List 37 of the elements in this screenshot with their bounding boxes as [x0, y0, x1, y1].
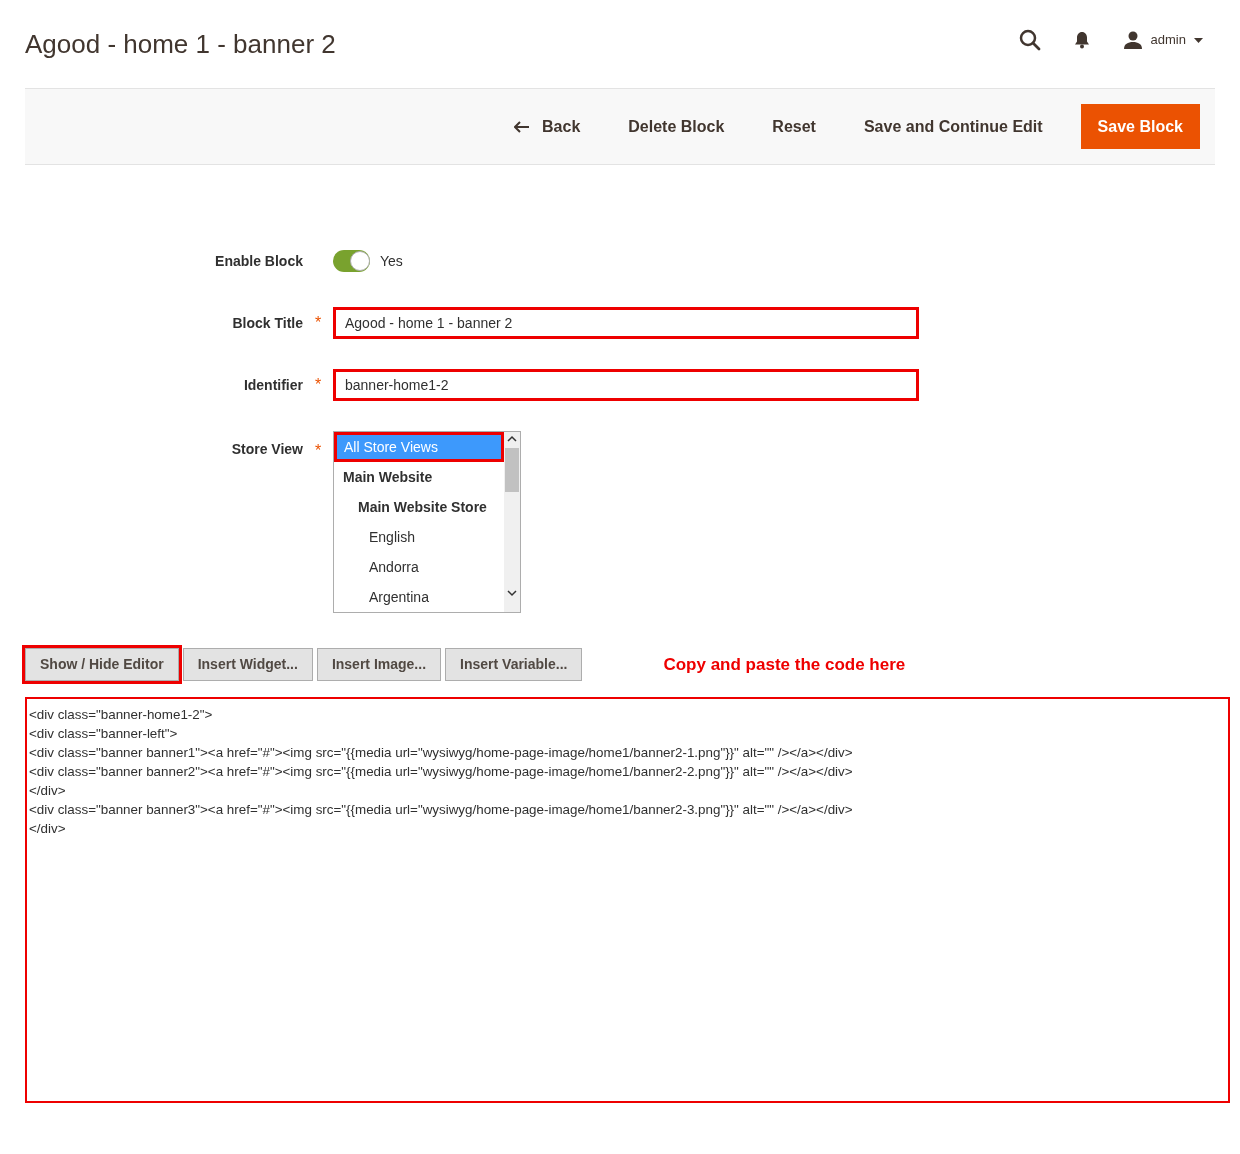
editor-button[interactable]: Insert Variable...	[445, 648, 583, 681]
arrow-left-icon	[514, 120, 531, 133]
field-label: Enable Block	[214, 251, 303, 271]
editor-button[interactable]: Insert Widget...	[182, 648, 313, 681]
field-label: Block Title	[231, 313, 303, 333]
save-button[interactable]: Save Block	[1080, 104, 1200, 149]
store-view-option[interactable]: Andorra	[334, 552, 504, 582]
search-icon[interactable]	[1018, 29, 1041, 51]
user-icon	[1122, 31, 1143, 49]
required-asterisk: *	[313, 441, 323, 461]
store-view-option[interactable]: Main Website	[334, 462, 504, 492]
required-asterisk: *	[313, 375, 323, 395]
caret-icon	[1194, 37, 1203, 43]
editor-button[interactable]: Show / Hide Editor	[25, 648, 179, 681]
page-title: Agood - home 1 - banner 2	[25, 27, 337, 61]
back-button[interactable]: Back	[498, 104, 597, 149]
action-button[interactable]: Delete Block	[612, 104, 741, 149]
store-view-listbox[interactable]: All Store Views Main Website Main Website Store English Andorra Argentina	[333, 431, 521, 613]
content-textarea[interactable]: <div class="banner-home1-2"> <div class="banner-left"> <div class="banner banner1"><a href="#"><img src="{{media url="wysiwyg/home-page-image/home1/banner2-1.png"}}" alt="" /></a></div> <div class="banner banner2"><a href="#"><img src="{{media url="wysiwyg/home-page-image/home1/banner2-2.png"}}" alt="" /></a></div> </div> <div class="banner banner3"><a href="#"><img src="{{media url="wysiwyg/home-page-image/home1/banner2-3.png"}}" alt="" /></a></div> </div>	[25, 697, 1230, 1103]
toggle-value: Yes	[380, 251, 403, 271]
store-view-option[interactable]: Argentina	[334, 582, 504, 612]
field-label: Identifier	[242, 375, 303, 395]
user-menu[interactable]: admin	[1122, 30, 1203, 50]
bell-icon[interactable]	[1072, 31, 1091, 49]
action-button[interactable]: Reset	[756, 104, 832, 149]
text-field[interactable]: banner-home1-2	[333, 369, 919, 401]
scroll-thumb[interactable]	[505, 448, 519, 492]
editor-button[interactable]: Insert Image...	[316, 648, 442, 681]
field-label: Store View	[230, 440, 303, 459]
store-view-option[interactable]: Main Website Store	[334, 492, 504, 522]
scrollbar[interactable]	[504, 432, 520, 612]
store-view-option[interactable]: English	[334, 522, 504, 552]
toggle-switch[interactable]	[333, 250, 370, 272]
required-asterisk: *	[313, 313, 323, 333]
text-field[interactable]: Agood - home 1 - banner 2	[333, 307, 919, 339]
action-button[interactable]: Save and Continue Edit	[847, 104, 1059, 149]
annotation-text: Copy and paste the code here	[663, 653, 906, 676]
